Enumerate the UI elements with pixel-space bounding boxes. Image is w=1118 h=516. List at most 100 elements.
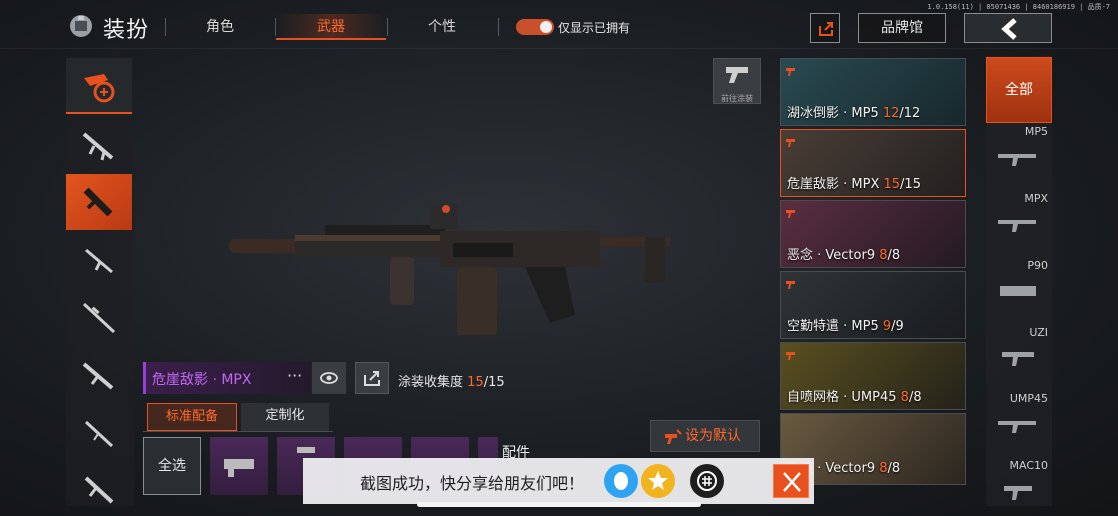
- close-toast-button[interactable]: [773, 464, 809, 498]
- close-icon: [783, 472, 801, 492]
- sidebar-item-sniper[interactable]: [66, 290, 132, 346]
- featured-weapon-icon: [84, 74, 115, 103]
- skin-card-selected[interactable]: 危崖敌影 · MPX 15/15: [780, 129, 966, 197]
- lmg-icon: [82, 362, 114, 390]
- paint-badge-icon: [786, 352, 795, 360]
- qq-icon: [614, 472, 628, 490]
- skin-card-name: 湖冰倒影 · MP5: [787, 106, 883, 121]
- uzi-icon[interactable]: [996, 346, 1042, 368]
- shotgun-icon: [85, 248, 113, 274]
- tab-standard-loadout[interactable]: 标准配备: [147, 403, 237, 431]
- paint-badge-icon: [786, 68, 795, 76]
- ump45-icon[interactable]: [996, 413, 1042, 435]
- mac10-icon[interactable]: [996, 480, 1042, 502]
- sidebar-item-pistol[interactable]: [66, 462, 132, 506]
- set-default-button[interactable]: 设为默认: [650, 420, 760, 452]
- sidebar-item-featured[interactable]: [66, 58, 132, 114]
- filter-mac10-label[interactable]: MAC10: [986, 459, 1049, 472]
- rifle-icon: [82, 132, 114, 161]
- sidebar-item-smg[interactable]: [66, 174, 132, 230]
- skin-card[interactable]: 空勤特遣 · MP5 9/9: [780, 271, 966, 339]
- skin-card[interactable]: 湖冰倒影 · MP5 12/12: [780, 58, 966, 126]
- eye-icon: [320, 372, 338, 384]
- toast-message: 截图成功，快分享给朋友们吧！: [360, 474, 585, 493]
- tab-personality[interactable]: 个性: [402, 14, 482, 40]
- set-default-label: 设为默认: [685, 428, 741, 444]
- skin-card-name: 恶念 · Vector9: [787, 248, 880, 263]
- header-divider: [0, 48, 1118, 49]
- skin-card[interactable]: 恶念 · Vector9 8/8: [780, 200, 966, 268]
- home-indicator[interactable]: [417, 502, 701, 507]
- mp5-icon[interactable]: [996, 146, 1042, 168]
- skin-card-title: 危崖敌影 · MPX 15/15: [787, 173, 921, 192]
- filter-all-button[interactable]: 全部: [986, 57, 1052, 123]
- skin-card-title: 空勤特遣 · MP5 9/9: [787, 315, 904, 334]
- skin-card-current: 15: [883, 177, 901, 192]
- skin-card-current: 8: [879, 461, 888, 476]
- tab-customize[interactable]: 定制化: [241, 403, 329, 431]
- skin-card-title: 自喷网格 · UMP45 8/8: [787, 386, 922, 405]
- wardrobe-logo-icon: [70, 15, 92, 37]
- brand-hall-button[interactable]: 品牌馆: [858, 13, 946, 43]
- filter-p90-label[interactable]: P90: [986, 259, 1048, 272]
- sidebar-item-marksman[interactable]: [66, 406, 132, 462]
- preview-button[interactable]: [312, 362, 346, 394]
- owned-only-toggle[interactable]: [516, 19, 554, 35]
- skin-card-name: 自喷网格 · UMP45: [787, 390, 901, 405]
- mpx-icon[interactable]: [996, 212, 1042, 234]
- divider: [498, 18, 499, 36]
- smg-icon: [83, 187, 113, 217]
- skin-card-title: 恶念 · Vector9 8/8: [787, 244, 900, 263]
- p90-icon[interactable]: [996, 280, 1042, 302]
- share-icon: [364, 371, 380, 386]
- share-qzone-button[interactable]: [641, 464, 675, 498]
- go-to-paint-label: 前往涂装: [721, 94, 753, 103]
- share-button[interactable]: [810, 13, 840, 43]
- page-title: 装扮: [103, 18, 150, 43]
- skin-card-title: 湖冰倒影 · MP5 12/12: [787, 102, 920, 121]
- collection-label: 涂装收集度: [398, 375, 464, 390]
- more-options-button[interactable]: ···: [287, 366, 302, 385]
- paint-badge-icon: [786, 139, 795, 147]
- skin-card-current: 9: [882, 319, 892, 334]
- skin-card-total: /8: [908, 390, 922, 405]
- tab-weapon[interactable]: 武器: [276, 14, 386, 40]
- back-arrow-icon: [1001, 18, 1017, 40]
- weapon-preview-image[interactable]: [225, 195, 685, 335]
- filter-mpx-label[interactable]: MPX: [986, 192, 1048, 205]
- divider: [165, 18, 166, 36]
- tab-character[interactable]: 角色: [180, 14, 260, 40]
- sidebar-item-shotgun[interactable]: [66, 232, 132, 288]
- skin-card-name: 空勤特遣 · MP5: [787, 319, 883, 334]
- filter-ump45-label[interactable]: UMP45: [986, 392, 1048, 405]
- attachment-slot-1[interactable]: [210, 437, 268, 495]
- filter-mp5-label[interactable]: MP5: [986, 125, 1048, 138]
- skin-card-total: /15: [900, 177, 921, 192]
- skin-card-current: 8: [879, 248, 888, 263]
- collection-progress: 涂装收集度 15/15: [398, 371, 505, 390]
- share-icon: [819, 22, 833, 36]
- weapon-share-button[interactable]: [355, 362, 389, 394]
- share-app-icon: [697, 471, 717, 491]
- skin-card-current: 12: [882, 106, 900, 121]
- qzone-star-icon: [648, 471, 668, 490]
- share-other-button[interactable]: [690, 464, 724, 498]
- skin-card[interactable]: 自喷网格 · UMP45 8/8: [780, 342, 966, 410]
- paint-gun-icon: [726, 67, 748, 83]
- back-button[interactable]: [964, 13, 1052, 43]
- pistol-icon: [84, 476, 114, 504]
- filter-uzi-label[interactable]: UZI: [986, 326, 1048, 339]
- sidebar-item-lmg[interactable]: [66, 348, 132, 404]
- skin-card-name: 危崖敌影 · MPX: [787, 177, 884, 192]
- skin-card-total: /8: [887, 248, 901, 263]
- select-all-button[interactable]: 全选: [143, 437, 201, 495]
- version-info: 1.0.158(11) | 05071436 | 8460186919 | 品质…: [927, 3, 1110, 11]
- scope-attachment-icon: [224, 459, 254, 477]
- share-qq-button[interactable]: [604, 464, 638, 498]
- collection-current: 15: [467, 375, 484, 390]
- paint-badge-icon: [786, 210, 795, 218]
- sniper-icon: [82, 302, 116, 334]
- divider: [387, 18, 388, 36]
- sidebar-item-rifle[interactable]: [66, 118, 132, 174]
- paint-gun-icon: [665, 429, 682, 444]
